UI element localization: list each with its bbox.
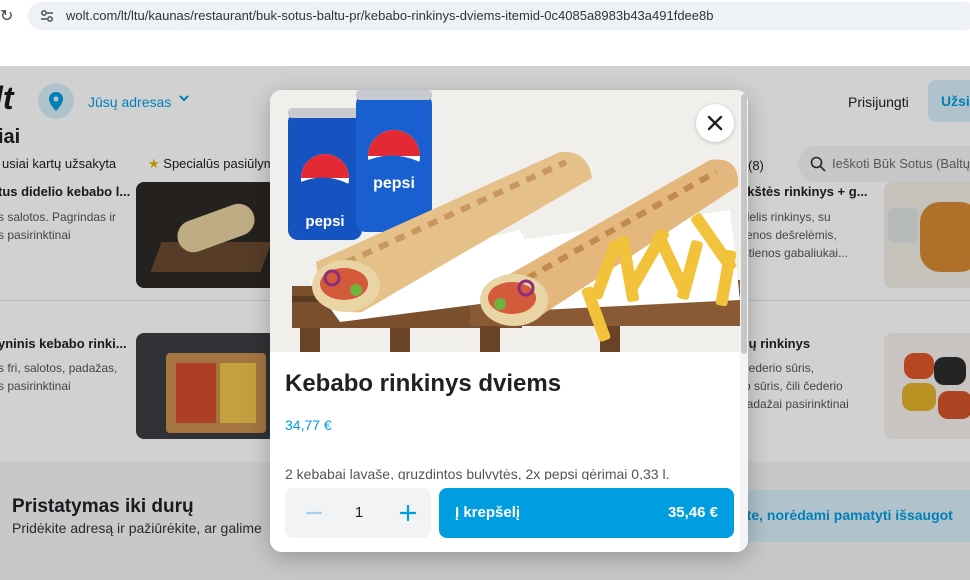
quantity-value: 1 (354, 504, 364, 521)
browser-toolbar: ↻ wolt.com/lt/ltu/kaunas/restaurant/buk-… (0, 0, 970, 66)
add-to-cart-label: Į krepšelį (455, 504, 521, 521)
item-image: pepsi pepsi (270, 90, 740, 352)
increase-quantity-button[interactable] (393, 498, 423, 528)
decrease-quantity-button[interactable] (299, 498, 329, 528)
item-title: Kebabo rinkinys dviems (285, 370, 562, 397)
add-to-cart-button[interactable]: Į krepšelį 35,46 € (439, 488, 734, 538)
url-text: wolt.com/lt/ltu/kaunas/restaurant/buk-so… (66, 8, 714, 23)
can-brand-text: pepsi (305, 213, 344, 230)
item-photo: pepsi pepsi (270, 90, 740, 352)
can-brand-text: pepsi (373, 175, 415, 192)
scrollbar-thumb[interactable] (741, 94, 747, 354)
plus-icon (399, 504, 417, 522)
close-button[interactable] (696, 104, 734, 142)
item-modal: pepsi pepsi Kebabo rinkinys dviems 34,77… (270, 90, 748, 552)
modal-scrollbar[interactable] (740, 90, 748, 552)
modal-footer: 1 Į krepšelį 35,46 € (270, 480, 740, 552)
add-to-cart-total: 35,46 € (667, 504, 718, 521)
site-settings-icon[interactable] (40, 9, 54, 23)
reload-icon[interactable]: ↻ (0, 6, 13, 25)
minus-icon (305, 511, 323, 515)
quantity-stepper: 1 (285, 488, 431, 538)
item-price: 34,77 € (285, 417, 332, 433)
address-bar[interactable]: wolt.com/lt/ltu/kaunas/restaurant/buk-so… (28, 2, 970, 30)
close-icon (707, 115, 723, 131)
